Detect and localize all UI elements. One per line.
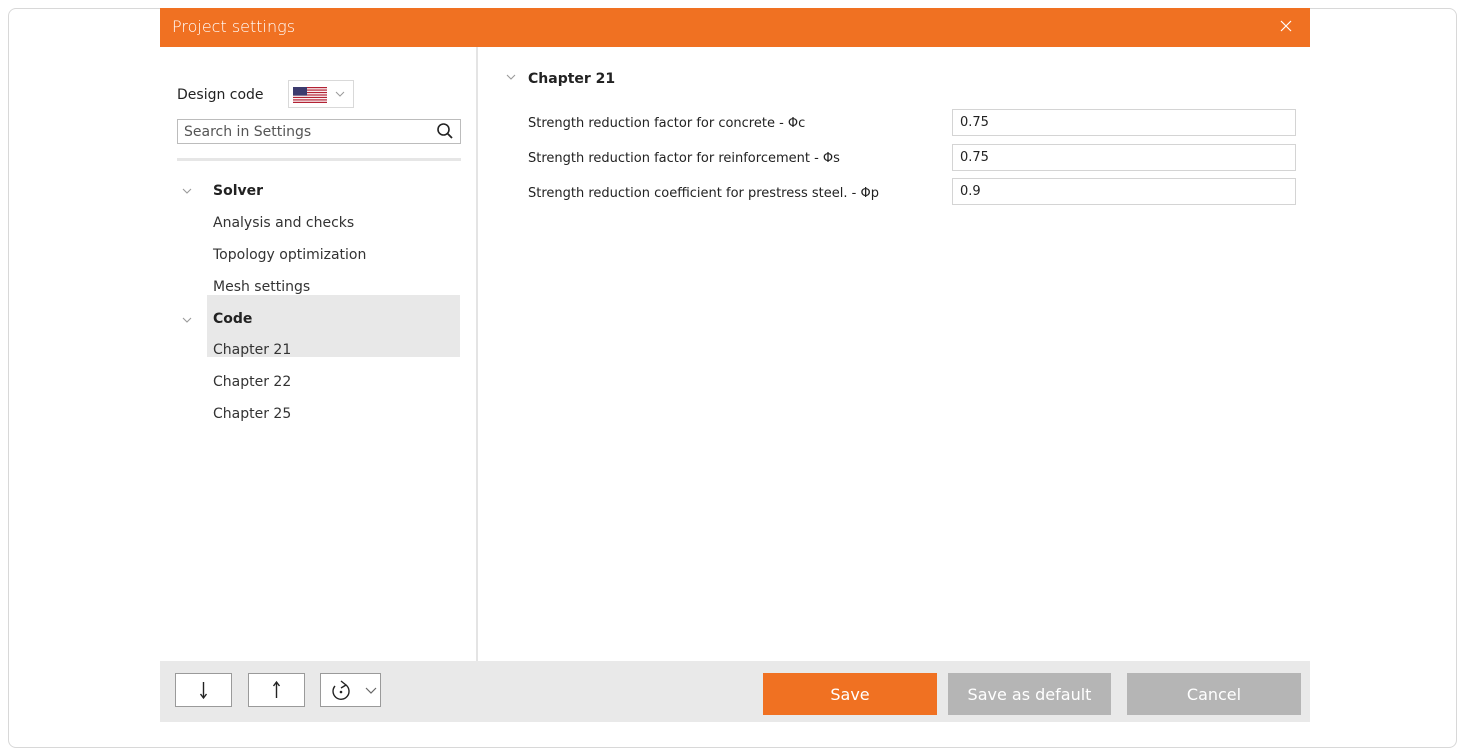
tree-group-code[interactable]: Code bbox=[207, 304, 460, 334]
import-button[interactable] bbox=[175, 673, 232, 707]
tree-item-chapter-22[interactable]: Chapter 22 bbox=[207, 367, 460, 397]
settings-navigation-panel: Design code Search in Settings Solver An… bbox=[160, 47, 478, 669]
save-as-default-button[interactable]: Save as default bbox=[948, 673, 1111, 715]
property-label-concrete: Strength reduction factor for concrete -… bbox=[528, 116, 806, 131]
tree-item-topology-optimization[interactable]: Topology optimization bbox=[207, 240, 460, 270]
chevron-down-icon[interactable] bbox=[182, 186, 192, 196]
arrow-down-icon bbox=[199, 682, 208, 700]
design-code-dropdown[interactable] bbox=[288, 80, 354, 108]
tree-item-analysis-and-checks[interactable]: Analysis and checks bbox=[207, 208, 460, 238]
dialog-footer: Save Save as default Cancel bbox=[160, 661, 1310, 722]
property-input-prestress[interactable] bbox=[952, 178, 1296, 205]
arrow-up-icon bbox=[272, 680, 281, 698]
us-flag-icon bbox=[293, 87, 327, 103]
close-button[interactable] bbox=[1276, 16, 1296, 36]
section-title[interactable]: Chapter 21 bbox=[528, 71, 615, 87]
dialog-titlebar: Project settings bbox=[160, 8, 1310, 47]
export-button[interactable] bbox=[248, 673, 305, 707]
settings-search-input[interactable] bbox=[184, 122, 424, 141]
settings-content-panel: Chapter 21 Strength reduction factor for… bbox=[480, 47, 1310, 669]
chevron-down-icon[interactable] bbox=[506, 72, 516, 82]
chevron-down-icon bbox=[335, 91, 345, 97]
dialog-title: Project settings bbox=[172, 17, 296, 36]
tree-item-chapter-25[interactable]: Chapter 25 bbox=[207, 399, 460, 429]
tree-item-chapter-21[interactable]: Chapter 21 bbox=[207, 335, 460, 365]
search-icon[interactable] bbox=[436, 122, 454, 140]
close-icon bbox=[1280, 20, 1292, 32]
property-input-reinforcement[interactable] bbox=[952, 144, 1296, 171]
reset-icon bbox=[332, 680, 350, 700]
settings-search-box[interactable] bbox=[177, 119, 461, 144]
reset-dropdown-button[interactable] bbox=[320, 673, 381, 707]
property-input-concrete[interactable] bbox=[952, 109, 1296, 136]
tree-group-solver[interactable]: Solver bbox=[207, 176, 460, 206]
property-label-reinforcement: Strength reduction factor for reinforcem… bbox=[528, 151, 840, 166]
save-button[interactable]: Save bbox=[763, 673, 937, 715]
chevron-down-icon bbox=[365, 687, 377, 694]
search-divider bbox=[177, 158, 461, 161]
cancel-button[interactable]: Cancel bbox=[1127, 673, 1301, 715]
project-settings-dialog: Project settings Design code Search in S… bbox=[160, 8, 1310, 722]
design-code-label: Design code bbox=[177, 87, 264, 103]
chevron-down-icon[interactable] bbox=[182, 315, 192, 325]
property-label-prestress: Strength reduction coefficient for prest… bbox=[528, 186, 879, 201]
